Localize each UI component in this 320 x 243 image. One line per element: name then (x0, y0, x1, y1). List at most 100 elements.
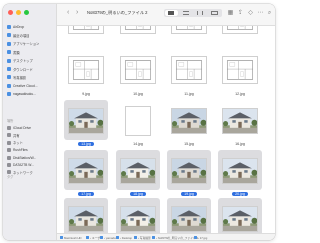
more-icon[interactable]: ⋯ (257, 10, 264, 16)
sidebar-item[interactable]: ダウンロード (7, 66, 33, 72)
file-name-label: 19.jpg (181, 192, 197, 196)
path-crumb-label: › ユーザ (90, 235, 101, 240)
blank-thumbnail (125, 106, 151, 136)
floorplan-thumbnail (120, 26, 156, 34)
locations-header: 場所 (7, 119, 14, 123)
sidebar-item-label: DiskStation/W... (13, 155, 37, 160)
sidebar-item-label: AirDrop (13, 25, 25, 29)
sidebar-item-label: 写真撮影 (13, 75, 27, 80)
file-name-label (186, 42, 192, 46)
folder-icon (194, 236, 197, 239)
gallery-view-icon[interactable] (211, 11, 218, 15)
file-name (218, 42, 262, 47)
sidebar-item-label: RushFiles (13, 148, 28, 153)
file-name: 19.jpg (167, 192, 211, 197)
sidebar-item[interactable]: 共有 (7, 132, 20, 138)
sidebar-item-label: 書類 (13, 50, 20, 55)
group-icon[interactable]: ▦ (227, 10, 234, 16)
close-button[interactable] (8, 10, 13, 15)
path-crumb[interactable]: › Desktop (116, 236, 132, 240)
thumbnail-frame (116, 50, 160, 90)
sidebar-item[interactable]: アプリケーション (7, 41, 39, 47)
file-name-label (135, 42, 141, 46)
file-name-label: 15.jpg (184, 142, 194, 146)
photo-thumbnail (171, 158, 207, 184)
folder-icon (134, 236, 137, 239)
zoom-button[interactable] (24, 10, 29, 15)
column-view-icon[interactable] (197, 11, 203, 15)
file-name-label: 11.jpg (184, 92, 194, 96)
path-crumb[interactable]: › 17.jpg (194, 236, 207, 240)
icon-view-icon[interactable] (168, 11, 174, 15)
server-icon (7, 155, 11, 160)
sidebar-item[interactable]: 書類 (7, 49, 20, 55)
download-icon (7, 67, 11, 71)
path-crumb-label: › 写真撮影 (138, 235, 151, 240)
sidebar-item[interactable]: DiskStation/W... (7, 155, 36, 161)
thumbnail-frame (64, 150, 108, 190)
sidebar-item-label: DATA2TB W... (13, 163, 34, 167)
finder-window: AirDrop 最近の項目アプリケーション書類デスクトップ ダウンロード 写真撮影 Cr… (3, 4, 275, 240)
floorplan-thumbnail (120, 56, 156, 84)
sidebar-item[interactable]: iCloud Drive (7, 125, 31, 131)
file-name: 9.jpg (64, 92, 108, 97)
sidebar-item[interactable]: DATA2TB W... (7, 162, 34, 168)
desktop-icon (7, 58, 11, 63)
sidebar-item-label: ネットワーク (13, 170, 33, 175)
file-name: 16.jpg (218, 142, 262, 147)
search-icon[interactable]: ⌕ (266, 10, 273, 16)
sidebar-item[interactable]: nagasakisoku... (7, 91, 36, 97)
path-crumb[interactable]: › 写真撮影 (134, 236, 151, 240)
sidebar-item[interactable]: RushFiles (7, 147, 28, 153)
sidebar-item[interactable]: ネット (7, 140, 23, 146)
tag-icon[interactable]: ◇ (247, 10, 254, 16)
photo-thumbnail (222, 206, 258, 232)
forward-icon[interactable]: › (76, 9, 78, 16)
sidebar-item[interactable]: Creative Cloud... (7, 83, 38, 89)
folder-icon (152, 236, 155, 239)
sidebar-item[interactable]: 写真撮影 (7, 74, 26, 80)
floorplan-thumbnail (222, 26, 258, 34)
back-icon[interactable]: ‹ (67, 9, 69, 16)
path-crumb-label: › Desktop (120, 235, 132, 240)
share-icon[interactable]: ⇪ (237, 10, 244, 16)
tags-header: タグ (7, 175, 14, 179)
file-name (64, 42, 108, 47)
thumbnail-frame (218, 100, 262, 140)
sidebar-item-label: ネット (13, 141, 23, 146)
path-crumb[interactable]: Macintosh HD (60, 236, 82, 240)
view-mode-segmented[interactable] (164, 9, 222, 17)
thumbnail-frame (218, 26, 262, 40)
file-name: 18.jpg (116, 192, 160, 197)
thumbnail-frame (167, 26, 211, 40)
thumbnail-frame (64, 100, 108, 140)
shared-icon (7, 133, 11, 138)
sidebar-item[interactable]: 最近の項目 (7, 32, 29, 38)
photo-thumbnail (120, 158, 156, 184)
photo-thumbnail (171, 206, 207, 232)
photo-thumbnail (171, 108, 207, 134)
path-crumb[interactable]: › No8379の_明るいの_ファイル 2 (152, 236, 198, 240)
floorplan-thumbnail (68, 56, 104, 84)
file-name-label: 16.jpg (235, 142, 245, 146)
minimize-button[interactable] (16, 10, 21, 15)
list-view-icon[interactable] (183, 11, 189, 15)
sidebar-item-label: 最近の項目 (13, 33, 30, 38)
sidebar-item[interactable]: AirDrop (7, 24, 24, 30)
thumbnail-frame (167, 50, 211, 90)
photo-thumbnail (222, 108, 258, 134)
thumbnail-frame (64, 50, 108, 90)
thumbnail-frame (116, 26, 160, 40)
cloud-icon (7, 126, 11, 130)
file-name-label: 9.jpg (82, 92, 90, 96)
sidebar-item-label: Creative Cloud... (13, 83, 38, 88)
path-crumb[interactable]: › ユーザ (86, 236, 100, 240)
applications-icon (7, 41, 11, 46)
disk-icon (60, 236, 63, 239)
toolbar: ‹ › No8379の_明るいの_ファイル 2 ▦ ⇪ ◇ ⋯ ⌕ (57, 4, 275, 26)
file-name: 10.jpg (116, 92, 160, 97)
path-crumb[interactable]: › yamada (100, 236, 116, 240)
sidebar-item-label: nagasakisoku... (13, 92, 36, 97)
file-name: 15.jpg (167, 142, 211, 147)
sidebar-item[interactable]: デスクトップ (7, 58, 33, 64)
